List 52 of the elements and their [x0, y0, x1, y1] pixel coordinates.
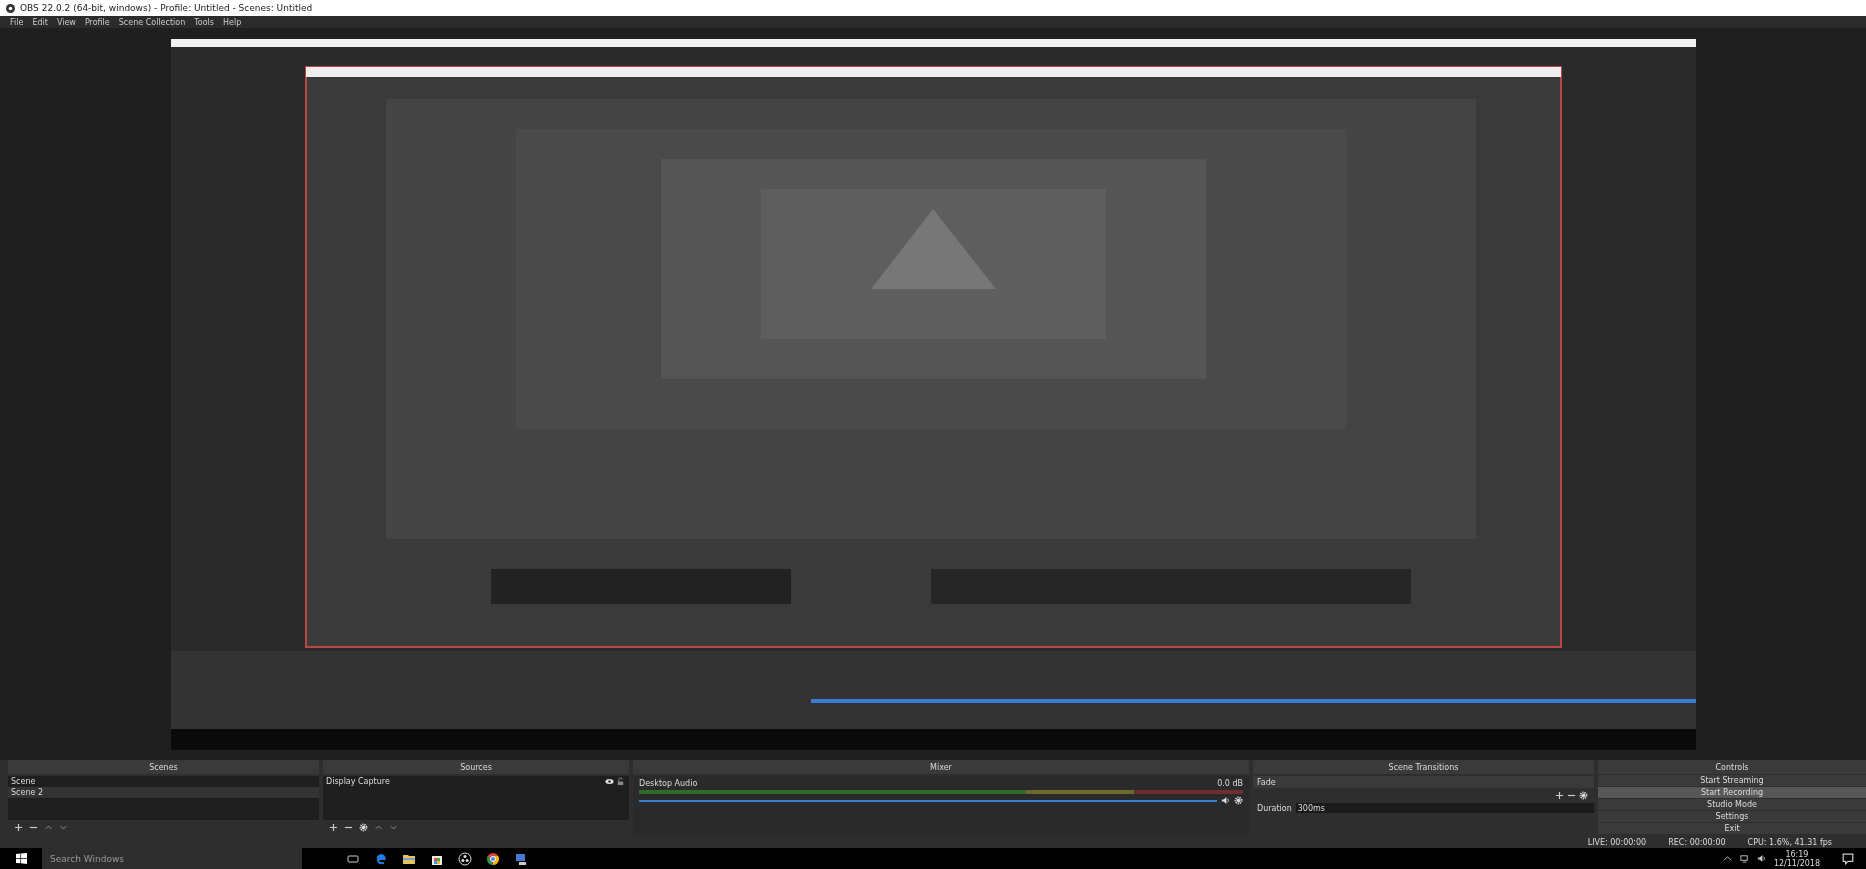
dock-title: Controls: [1598, 760, 1866, 774]
windows-logo-icon[interactable]: [15, 853, 27, 864]
settings-icon[interactable]: [1234, 796, 1243, 805]
scene-item[interactable]: Scene 2: [8, 787, 319, 798]
menu-item[interactable]: File: [10, 17, 24, 27]
menu-item[interactable]: View: [56, 17, 76, 27]
status-text: REC: 00:00:00: [1668, 837, 1726, 847]
add-icon[interactable]: [329, 822, 338, 832]
status-text: CPU: 1.6%, 41.31 fps: [1747, 837, 1832, 847]
chrome-icon[interactable]: [486, 851, 500, 866]
control-button[interactable]: Start Streaming: [1598, 775, 1866, 786]
dock-title: Scenes: [8, 760, 319, 774]
obs-icon[interactable]: [458, 851, 472, 866]
transition-dropdown[interactable]: Fade: [1253, 776, 1594, 788]
volume-slider[interactable]: [639, 799, 1217, 802]
caret-up-icon[interactable]: [1722, 854, 1732, 863]
speaker-icon[interactable]: [1221, 796, 1230, 805]
control-button[interactable]: Start Recording: [1598, 787, 1866, 798]
add-icon[interactable]: [14, 822, 23, 832]
menu-item[interactable]: Edit: [32, 17, 48, 27]
control-button[interactable]: Settings: [1598, 811, 1866, 822]
unlock-icon[interactable]: [616, 777, 625, 786]
channel-name: Desktop Audio: [639, 779, 698, 788]
menu-item[interactable]: Profile: [84, 17, 110, 27]
window-title: OBS 22.0.2 (64-bit, windows) - Profile: Untitled - Scenes: Untitled: [20, 3, 313, 13]
menu-item[interactable]: Tools: [194, 17, 214, 27]
notification-icon[interactable]: [1842, 852, 1854, 865]
control-button[interactable]: Studio Mode: [1598, 799, 1866, 810]
search-field[interactable]: Search Windows: [42, 847, 302, 869]
dock-title: Sources: [323, 760, 629, 774]
settings-icon[interactable]: [1579, 791, 1588, 800]
clock-date[interactable]: 12/11/2018: [1773, 858, 1820, 868]
menu-item[interactable]: Help: [223, 17, 242, 27]
dock-title: Mixer: [633, 760, 1249, 774]
speaker-icon[interactable]: [1756, 854, 1766, 863]
app-logo-icon: [6, 3, 15, 13]
eye-icon[interactable]: [605, 777, 614, 786]
volume-reading: 0.0 dB: [1217, 779, 1243, 788]
browser-icon[interactable]: [374, 851, 388, 866]
settings-icon[interactable]: [359, 822, 368, 832]
dock-title: Scene Transitions: [1253, 760, 1594, 774]
clock-time[interactable]: 16:19: [1785, 849, 1809, 859]
status-text: LIVE: 00:00:00: [1587, 837, 1647, 847]
duration-field[interactable]: 300ms: [1295, 803, 1594, 813]
scene-item[interactable]: Scene: [8, 776, 319, 787]
duration-label: Duration: [1257, 803, 1292, 813]
menu-item[interactable]: Scene Collection: [118, 17, 186, 27]
control-button[interactable]: Exit: [1598, 823, 1866, 834]
computer-icon[interactable]: [514, 851, 528, 866]
source-item[interactable]: Display Capture: [326, 777, 390, 786]
network-icon[interactable]: [1739, 854, 1749, 863]
add-icon[interactable]: [1555, 791, 1564, 800]
